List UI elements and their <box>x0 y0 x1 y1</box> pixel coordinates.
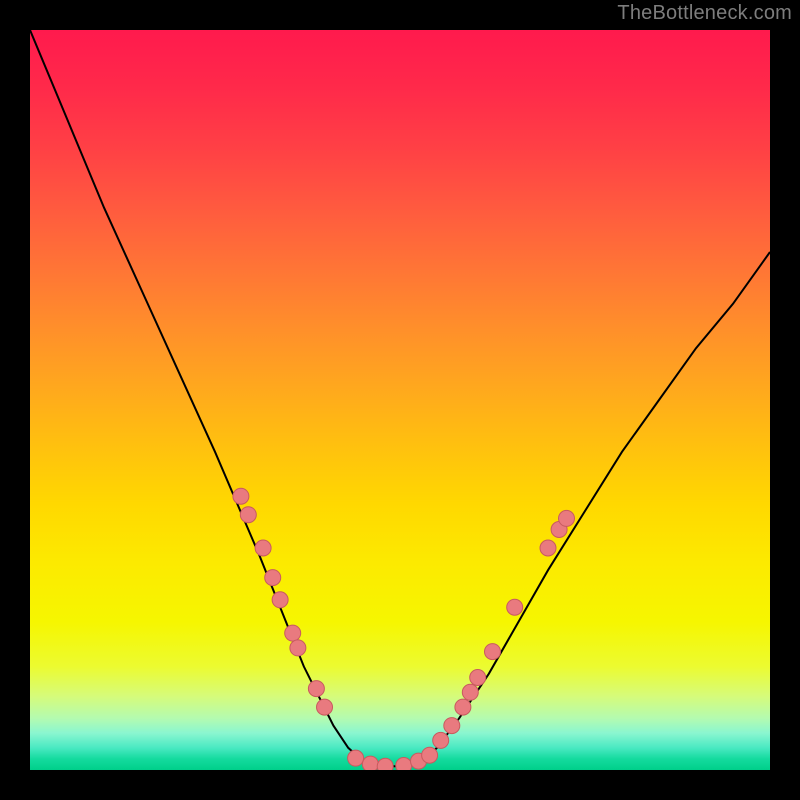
watermark-text: TheBottleneck.com <box>617 2 792 25</box>
chart-container: TheBottleneck.com <box>0 0 800 800</box>
plot-background <box>30 30 770 770</box>
